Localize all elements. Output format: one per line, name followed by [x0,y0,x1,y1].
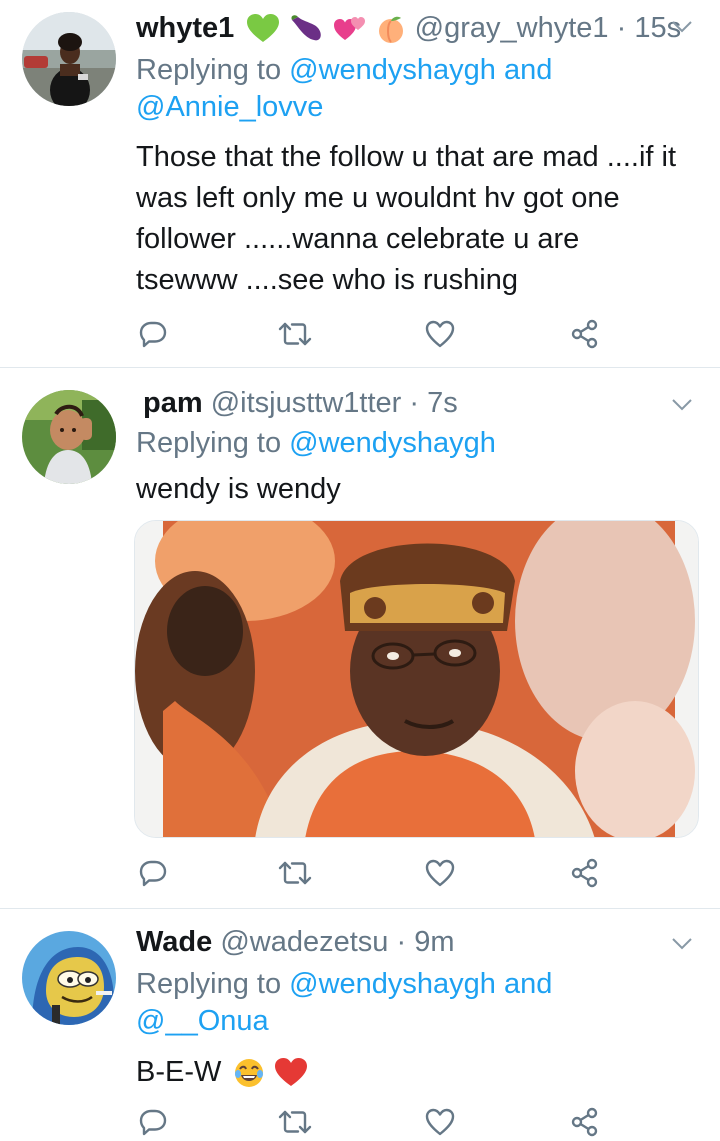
two-hearts-icon [333,17,365,41]
share-icon [571,1107,598,1137]
tweet-header: Wade @wadezetsu · 9m [136,924,455,960]
tweet-text: wendy is wendy [136,469,706,510]
tweet-text: Those that the follow u that are mad ...… [136,137,706,301]
reply-icon [139,1109,167,1136]
red-heart-icon [274,1058,307,1087]
like-button[interactable] [423,1105,457,1139]
share-button[interactable] [568,856,602,890]
like-icon [425,320,455,348]
mention-joiner[interactable]: and [504,54,552,86]
replying-to: Replying to @wendyshaygh and @__Onua [136,966,696,1040]
like-button[interactable] [423,317,457,351]
tweet-timestamp[interactable]: 9m [414,926,454,958]
tweet-item[interactable]: Wade @wadezetsu · 9m Replying to @wendys… [0,909,720,1141]
avatar[interactable] [22,12,116,106]
author-name[interactable]: Wade [136,926,212,958]
retweet-icon [278,322,312,346]
reply-button[interactable] [136,1105,170,1139]
share-icon [571,319,598,349]
tweet-item[interactable]: whyte1 @gray_whyte1 · 15s Replying to @w… [0,0,720,367]
author-handle[interactable]: @gray_whyte1 [415,12,609,44]
separator-dot: · [396,926,407,958]
tweet-text-line: was left only me u wouldnt hv got one [136,182,620,214]
replying-to: Replying to @wendyshaygh [136,425,696,462]
avatar[interactable] [22,390,116,484]
separator-dot: · [616,12,627,44]
mention-link[interactable]: @wendyshaygh [289,54,496,86]
green-heart-icon [247,14,280,43]
replying-prefix: Replying to [136,968,282,1000]
reply-icon [139,860,167,887]
tweet-timestamp[interactable]: 7s [427,387,458,419]
tweet-actions [136,1105,606,1139]
tweet-text-line: follower ......wanna celebrate u are [136,223,580,255]
retweet-icon [278,1110,312,1134]
retweet-icon [278,861,312,885]
mention-link[interactable]: @__Onua [136,1005,269,1037]
avatar[interactable] [22,931,116,1025]
tweet-header: pam @itsjusttw1tter · 7s [143,385,458,421]
author-emoji [246,10,406,46]
retweet-button[interactable] [278,317,312,351]
mention-link[interactable]: @wendyshaygh [289,427,496,459]
tweet-feed: whyte1 @gray_whyte1 · 15s Replying to @w… [0,0,720,1141]
separator-dot: · [409,387,420,419]
like-icon [425,1108,455,1136]
tweet-actions [136,317,606,351]
share-button[interactable] [568,317,602,351]
reply-icon [139,321,167,348]
like-button[interactable] [423,856,457,890]
tweet-header: whyte1 @gray_whyte1 · 15s [136,10,681,46]
chevron-down-icon[interactable] [670,392,694,416]
replying-prefix: Replying to [136,54,282,86]
author-name[interactable]: whyte1 [136,12,234,44]
mention-link[interactable]: @Annie_lovve [136,91,323,123]
tweet-text: B-E-W [136,1052,706,1093]
author-handle[interactable]: @wadezetsu [220,926,388,958]
eggplant-icon [291,15,322,41]
mention-link[interactable]: @wendyshaygh [289,968,496,1000]
retweet-button[interactable] [278,856,312,890]
author-name[interactable]: pam [143,387,203,419]
tweet-text-line: wendy is wendy [136,473,341,505]
tweet-text-line: tsewww ....see who is rushing [136,264,518,296]
share-button[interactable] [568,1105,602,1139]
laughing-face-icon [235,1059,264,1088]
replying-to: Replying to @wendyshaygh and @Annie_lovv… [136,52,696,126]
retweet-button[interactable] [278,1105,312,1139]
chevron-down-icon[interactable] [670,14,694,38]
tweet-photo[interactable] [134,520,699,838]
tweet-text-line: B-E-W [136,1056,222,1088]
replying-prefix: Replying to [136,427,282,459]
author-handle[interactable]: @itsjusttw1tter [211,387,402,419]
reply-button[interactable] [136,317,170,351]
reply-button[interactable] [136,856,170,890]
mention-joiner[interactable]: and [504,968,552,1000]
peach-icon [378,17,403,44]
chevron-down-icon[interactable] [670,931,694,955]
tweet-text-line: Those that the follow u that are mad ...… [136,141,676,173]
share-icon [571,858,598,888]
tweet-actions [136,856,606,890]
like-icon [425,859,455,887]
